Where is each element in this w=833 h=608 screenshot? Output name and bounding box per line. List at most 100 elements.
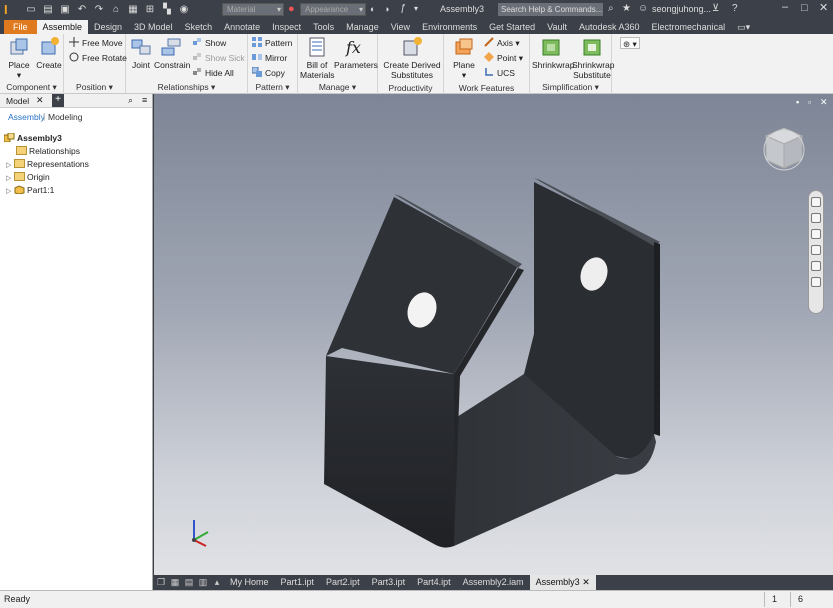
plane-button[interactable]: Plane ▾ <box>448 36 480 80</box>
u-bracket-part[interactable] <box>154 94 833 575</box>
user-icon[interactable]: ☺ <box>638 3 648 14</box>
show-sick-button[interactable]: Show Sick <box>192 52 245 64</box>
axis-button[interactable]: Axis ▾ <box>484 37 520 49</box>
material-combo[interactable]: Material <box>222 3 284 16</box>
tab-inspect[interactable]: Inspect <box>266 20 307 34</box>
constrain-button[interactable]: Constrain <box>154 36 190 70</box>
parameters-button[interactable]: fx Parameters <box>334 36 378 70</box>
expand-icon[interactable]: ▷ <box>6 186 14 198</box>
maximize-icon[interactable]: □ <box>801 2 808 14</box>
split-vertical-icon[interactable]: ▥ <box>196 575 210 590</box>
tree-assembly3[interactable]: Assembly3 <box>4 132 62 144</box>
tab-annotate[interactable]: Annotate <box>218 20 266 34</box>
add-browser-tab-icon[interactable]: + <box>52 94 64 107</box>
doc-tab-my-home[interactable]: My Home <box>224 575 275 590</box>
point-button[interactable]: Point ▾ <box>484 52 523 64</box>
joint-button[interactable]: Joint <box>128 36 154 70</box>
adjust-icon[interactable]: ◑ <box>384 4 389 14</box>
tab-environments[interactable]: Environments <box>416 20 483 34</box>
show-button[interactable]: Show <box>192 37 226 49</box>
panel-manage-label[interactable]: Manage ▾ <box>298 82 377 93</box>
panel-pattern-label[interactable]: Pattern ▾ <box>248 82 297 93</box>
undo-icon[interactable]: ↶ <box>75 3 89 17</box>
ucs-button[interactable]: UCS <box>484 67 515 79</box>
tab-get-started[interactable]: Get Started <box>483 20 541 34</box>
doc-tab-assembly3[interactable]: Assembly3 ✕ <box>529 575 596 590</box>
copy-button[interactable]: Copy <box>252 67 285 79</box>
tab-3d-model[interactable]: 3D Model <box>128 20 179 34</box>
panel-position-label[interactable]: Position ▾ <box>64 82 125 93</box>
doc-tab-part2[interactable]: Part2.ipt <box>320 575 366 590</box>
new-icon[interactable]: ▭ <box>24 3 38 17</box>
tile-windows-icon[interactable]: ❐ <box>154 575 168 590</box>
clear-appearance-icon[interactable]: ◐ <box>370 4 375 14</box>
user-name[interactable]: seongjuhong... <box>652 4 711 14</box>
select-icon[interactable]: ▦ <box>126 3 140 17</box>
split-horizontal-icon[interactable]: ▤ <box>182 575 196 590</box>
tab-manage[interactable]: Manage <box>340 20 385 34</box>
globe-icon[interactable]: ◉ <box>177 3 191 17</box>
close-icon[interactable]: ✕ <box>819 1 828 14</box>
arrange-icon[interactable]: ▦ <box>168 575 182 590</box>
browser-search-icon[interactable]: ⌕ <box>128 95 133 106</box>
modeling-mode[interactable]: Modeling <box>48 112 83 122</box>
update-icon[interactable]: ⊞ <box>143 3 157 17</box>
tab-vault[interactable]: Vault <box>541 20 573 34</box>
tab-assemble[interactable]: Assemble <box>36 20 89 34</box>
fx-icon[interactable]: ƒ <box>400 3 406 14</box>
ribbon-extra-dropdown[interactable]: ⊛ ▾ <box>620 37 640 49</box>
minimize-icon[interactable]: – <box>782 1 788 13</box>
panel-simplification-label[interactable]: Simplification ▾ <box>530 82 611 93</box>
create-button[interactable]: Create <box>36 36 62 70</box>
help-icon[interactable]: ? <box>732 3 738 14</box>
tab-file[interactable]: File <box>4 20 37 34</box>
ribbon-options-icon[interactable]: ▭▾ <box>731 20 756 34</box>
model-tab[interactable]: Model <box>6 96 29 106</box>
free-move-button[interactable]: Free Move <box>69 37 123 49</box>
panel-relationships-label[interactable]: Relationships ▾ <box>126 82 247 93</box>
create-derived-substitutes-button[interactable]: Create Derived Substitutes <box>382 36 442 80</box>
inventor-logo-icon[interactable]: I <box>4 2 18 18</box>
shrinkwrap-substitute-button[interactable]: Shrinkwrap Substitute <box>572 36 615 80</box>
tab-design[interactable]: Design <box>88 20 128 34</box>
free-rotate-button[interactable]: Free Rotate <box>69 52 127 64</box>
doc-tab-assembly2[interactable]: Assembly2.iam <box>457 575 530 590</box>
panel-work-features-label[interactable]: Work Features <box>444 83 529 93</box>
search-input[interactable]: Search Help & Commands... <box>498 3 603 16</box>
tree-part1[interactable]: ▷ Part1:1 <box>6 184 54 196</box>
appearance-combo[interactable]: Appearance <box>300 3 366 16</box>
browser-menu-icon[interactable]: ≡ <box>142 95 147 105</box>
doc-tab-part4[interactable]: Part4.ipt <box>411 575 457 590</box>
close-browser-icon[interactable]: ✕ <box>36 95 44 106</box>
graphics-viewport[interactable]: ▪ ▫ ✕ <box>154 94 833 575</box>
document-menu-icon[interactable]: ▴ <box>210 575 224 590</box>
hide-all-button[interactable]: Hide All <box>192 67 234 79</box>
doc-tab-part1[interactable]: Part1.ipt <box>275 575 321 590</box>
home-icon[interactable]: ⌂ <box>109 3 123 17</box>
tab-sketch[interactable]: Sketch <box>179 20 219 34</box>
mirror-button[interactable]: Mirror <box>252 52 287 64</box>
redo-icon[interactable]: ↷ <box>92 3 106 17</box>
shrinkwrap-button[interactable]: Shrinkwrap <box>532 36 575 70</box>
favorite-icon[interactable]: ★ <box>622 3 631 14</box>
cart-icon[interactable]: ⊻ <box>712 3 719 14</box>
tree-origin[interactable]: ▷ Origin <box>6 171 50 183</box>
pattern-button[interactable]: Pattern <box>252 37 292 49</box>
panel-productivity-label[interactable]: Productivity <box>378 83 443 93</box>
tree-representations[interactable]: ▷ Representations <box>6 158 89 170</box>
more-icon[interactable]: ▾ <box>414 4 418 13</box>
bill-of-materials-button[interactable]: Bill of Materials <box>300 36 334 80</box>
tree-relationships[interactable]: Relationships <box>16 145 80 157</box>
tab-autodesk-a360[interactable]: Autodesk A360 <box>573 20 646 34</box>
search-icon[interactable]: ⌕ <box>608 3 614 14</box>
tab-tools[interactable]: Tools <box>307 20 340 34</box>
doc-tab-part3[interactable]: Part3.ipt <box>366 575 412 590</box>
tab-view[interactable]: View <box>385 20 416 34</box>
save-icon[interactable]: ▣ <box>58 3 72 17</box>
place-button[interactable]: Place ▾ <box>6 36 32 80</box>
open-icon[interactable]: ▤ <box>41 3 55 17</box>
measure-icon[interactable]: ▚ <box>160 3 174 17</box>
close-tab-icon[interactable]: ✕ <box>582 577 590 587</box>
panel-component-label[interactable]: Component ▾ <box>0 82 63 93</box>
tab-electromechanical[interactable]: Electromechanical <box>646 20 732 34</box>
